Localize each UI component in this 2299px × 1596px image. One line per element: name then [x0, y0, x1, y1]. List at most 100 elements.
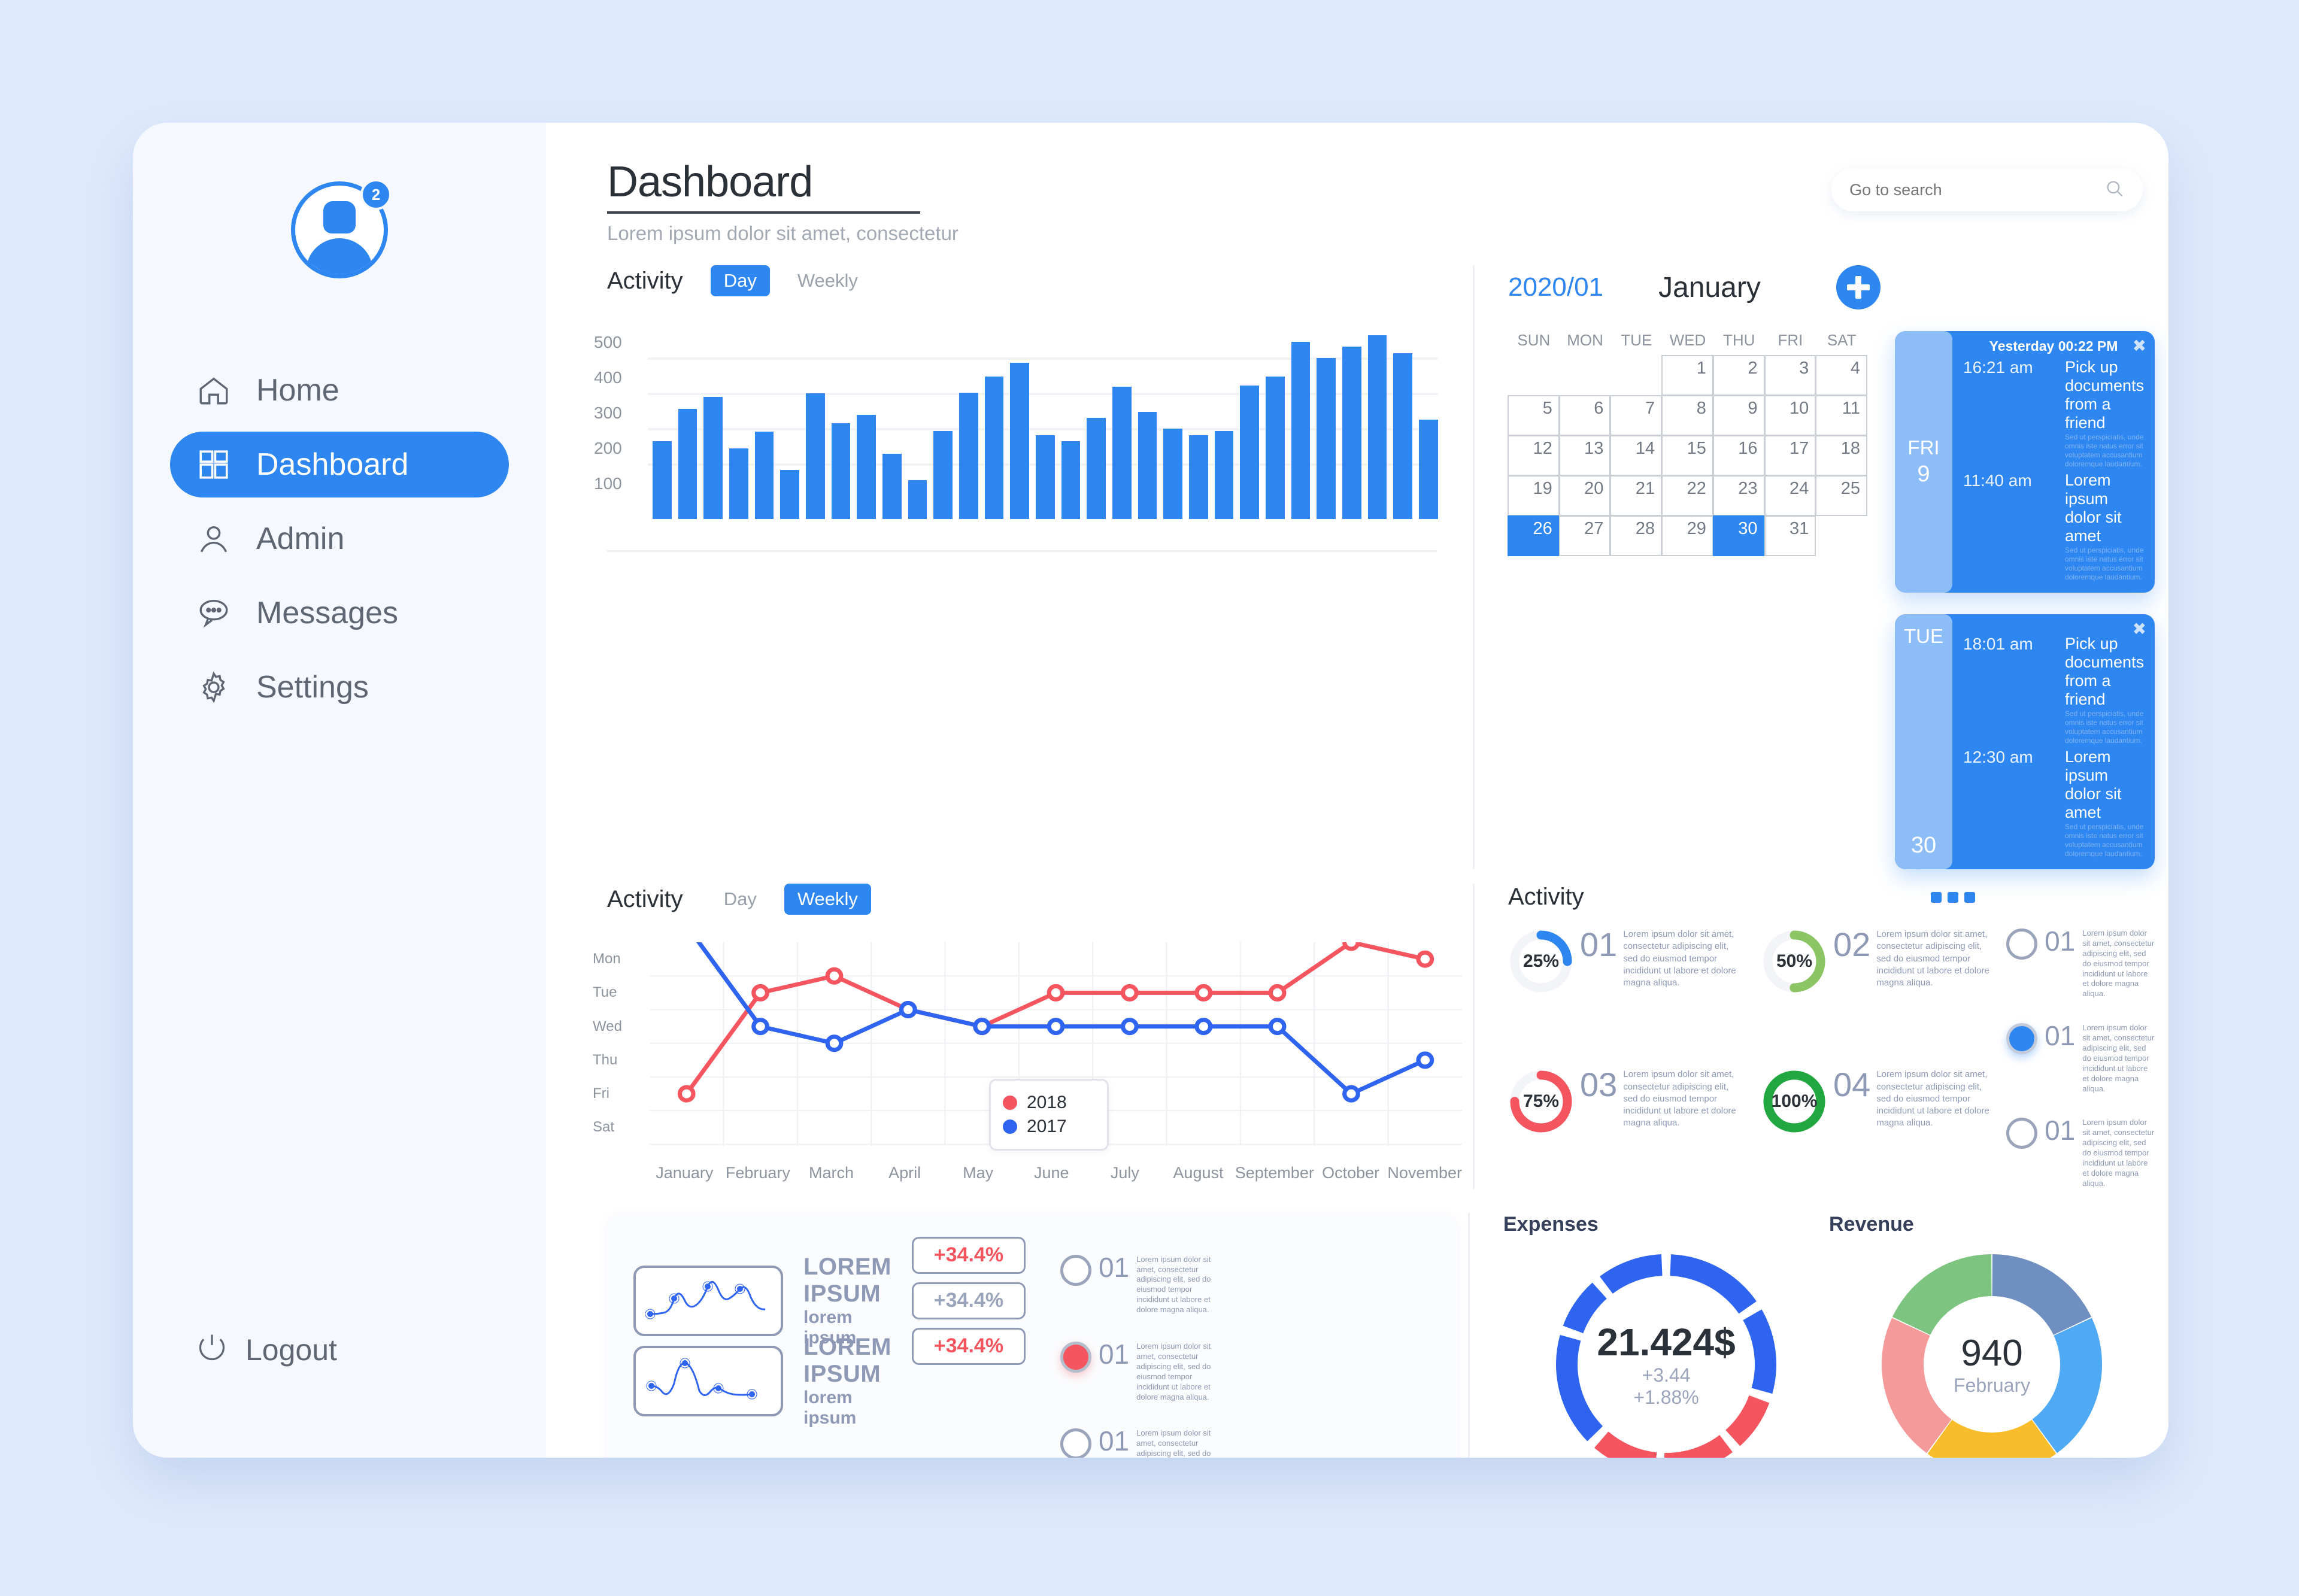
calendar-day-cell[interactable]: 25 — [1815, 475, 1867, 516]
sidebar-item-admin[interactable]: Admin — [170, 506, 509, 572]
radio-description: Lorem ipsum dolor sit amet, consectetur … — [2082, 1118, 2155, 1188]
calendar-day-cell[interactable]: 7 — [1610, 395, 1663, 436]
add-event-button[interactable] — [1836, 265, 1881, 310]
sidebar-item-dashboard[interactable]: Dashboard — [170, 432, 509, 497]
axis-tick-label: July — [1110, 1164, 1139, 1182]
calendar-day-cell[interactable]: 4 — [1815, 355, 1867, 396]
tab-day[interactable]: Day — [711, 884, 770, 915]
tab-day[interactable]: Day — [710, 265, 770, 296]
data-point — [973, 1018, 991, 1036]
donut-center-label: 21.424$ +3.44 +1.88% — [1503, 1245, 1829, 1458]
calendar-day-cell[interactable]: 8 — [1661, 395, 1713, 436]
ring-description: Lorem ipsum dolor sit amet, consectetur … — [1623, 929, 1736, 988]
event-time: 11:40 am — [1963, 471, 2032, 490]
calendar-day-cell[interactable]: 15 — [1661, 435, 1713, 476]
radio-button[interactable] — [1060, 1342, 1091, 1373]
calendar-day-cell[interactable]: 28 — [1610, 515, 1663, 556]
radio-button[interactable] — [1060, 1428, 1091, 1458]
close-icon[interactable]: ✖ — [2133, 619, 2146, 639]
bar — [729, 448, 748, 519]
event-card[interactable]: FRI 9 Yesterday 00:22 PM 16:21 am Pick up do… — [1895, 331, 2155, 593]
ring-description: Lorem ipsum dolor sit amet, consectetur … — [1876, 929, 1989, 988]
kpi-text: LOREM IPSUM lorem ipsum — [803, 1334, 891, 1428]
axis-tick-label: 500 — [594, 333, 622, 352]
progress-ring-item: 100% 04 Lorem ipsum dolor sit amet, consec… — [1761, 1068, 1993, 1188]
radio-description: Lorem ipsum dolor sit amet, consectetur … — [1136, 1342, 1211, 1401]
three-dots-icon[interactable] — [1931, 891, 1976, 903]
calendar-day-cell[interactable]: 13 — [1558, 435, 1611, 476]
calendar-day-cell[interactable]: 1 — [1661, 355, 1713, 396]
calendar-day-cell[interactable]: 11 — [1815, 395, 1867, 436]
radio-list-item[interactable]: 01 Lorem ipsum dolor sit amet, consectetu… — [2006, 1022, 2155, 1094]
calendar-day-cell[interactable]: 18 — [1815, 435, 1867, 476]
sidebar-item-messages[interactable]: Messages — [170, 580, 509, 646]
calendar-day-cell[interactable]: 14 — [1610, 435, 1663, 476]
calendar-day-cell[interactable]: 3 — [1764, 355, 1816, 396]
radio-list-item[interactable]: 01 Lorem ipsum dolor sit amet, consectetu… — [1060, 1340, 1431, 1402]
calendar-day-cell[interactable]: 31 — [1764, 515, 1816, 556]
sidebar-item-label: Admin — [256, 521, 345, 556]
sidebar-item-home[interactable]: Home — [170, 357, 509, 423]
radio-description: Lorem ipsum dolor sit amet, consectetur … — [1136, 1428, 1211, 1458]
calendar-day-cell[interactable]: 2 — [1712, 355, 1765, 396]
radio-list-item[interactable]: 01 Lorem ipsum dolor sit amet, consectetu… — [1060, 1428, 1431, 1458]
logout-button[interactable]: Logout — [133, 1331, 546, 1369]
calendar-day-cell[interactable]: 9 — [1712, 395, 1765, 436]
legend-item: 2018 — [1003, 1093, 1095, 1113]
radio-button[interactable] — [2006, 1118, 2038, 1149]
tab-weekly[interactable]: Weekly — [784, 265, 871, 296]
close-icon[interactable]: ✖ — [2133, 336, 2146, 356]
calendar-weekday: SAT — [1827, 331, 1857, 349]
bar — [1240, 386, 1260, 519]
app-window: 2 Home Dashboard Admin Messages Settings… — [133, 123, 2168, 1458]
radio-button[interactable] — [2006, 929, 2038, 960]
calendar-day-cell[interactable]: 29 — [1661, 515, 1713, 556]
calendar-day-cell[interactable]: 30 — [1712, 515, 1765, 556]
calendar-day-cell[interactable]: 22 — [1661, 475, 1713, 516]
progress-ring: 50% — [1761, 929, 1827, 994]
page-header: Dashboard Lorem ipsum dolor sit amet, co… — [582, 157, 2155, 245]
radio-list-item[interactable]: 01 Lorem ipsum dolor sit amet, consectetu… — [2006, 927, 2155, 999]
search-input[interactable] — [1849, 180, 2105, 199]
radio-button[interactable] — [1060, 1254, 1091, 1286]
divider — [607, 550, 1437, 552]
data-point — [751, 1018, 770, 1036]
sidebar-item-settings[interactable]: Settings — [170, 654, 509, 720]
activity-day-section: Activity Day Weekly 500 400 300 200 100 — [582, 265, 1462, 869]
event-day-number: 30 — [1910, 833, 1937, 858]
calendar-day-cell[interactable]: 5 — [1508, 395, 1560, 436]
bar — [1419, 419, 1438, 519]
gear-icon — [196, 670, 231, 705]
activity-rings-section: Activity 25% 01 Lorem ipsum dolor sit amet… — [1473, 884, 2155, 1189]
calendar-day-cell[interactable]: 23 — [1712, 475, 1765, 516]
bar — [1010, 362, 1030, 519]
calendar-year-month: 2020/01 — [1508, 272, 1604, 302]
radio-index-number: 01 — [1098, 1425, 1130, 1457]
calendar-day-cell[interactable]: 21 — [1610, 475, 1663, 516]
radio-button[interactable] — [2006, 1023, 2038, 1055]
calendar-weekday-row: SUN MON TUE WED THU FRI SAT — [1508, 331, 1867, 350]
calendar-day-cell[interactable]: 6 — [1558, 395, 1611, 436]
avatar[interactable]: 2 — [133, 179, 546, 278]
bar — [1266, 376, 1285, 519]
data-point — [825, 967, 844, 985]
calendar-day-cell[interactable]: 16 — [1712, 435, 1765, 476]
calendar-day-cell[interactable]: 17 — [1764, 435, 1816, 476]
calendar-day-cell[interactable]: 27 — [1558, 515, 1611, 556]
search-box[interactable] — [1831, 168, 2143, 211]
calendar-weekday: FRI — [1778, 331, 1803, 349]
tab-weekly[interactable]: Weekly — [784, 884, 871, 915]
search-icon[interactable] — [2104, 178, 2125, 202]
event-card[interactable]: TUE 30 18:01 am Pick up documents from a fr… — [1895, 614, 2155, 869]
radio-list-item[interactable]: 01 Lorem ipsum dolor sit amet, consectetu… — [1060, 1254, 1431, 1315]
calendar-day-cell[interactable]: 10 — [1764, 395, 1816, 436]
calendar-day-cell[interactable]: 26 — [1508, 515, 1560, 556]
event-weekday: TUE — [1904, 625, 1943, 647]
calendar-day-cell[interactable]: 19 — [1508, 475, 1560, 516]
calendar-day-cell[interactable]: 24 — [1764, 475, 1816, 516]
calendar-day-cell[interactable]: 12 — [1508, 435, 1560, 476]
kpi-card: LOREM IPSUM lorem ipsum +34.4% +34.4% +3… — [607, 1212, 1457, 1458]
radio-list-item[interactable]: 01 Lorem ipsum dolor sit amet, consectetu… — [2006, 1117, 2155, 1188]
axis-tick-label: 100 — [594, 474, 622, 493]
calendar-day-cell[interactable]: 20 — [1558, 475, 1611, 516]
